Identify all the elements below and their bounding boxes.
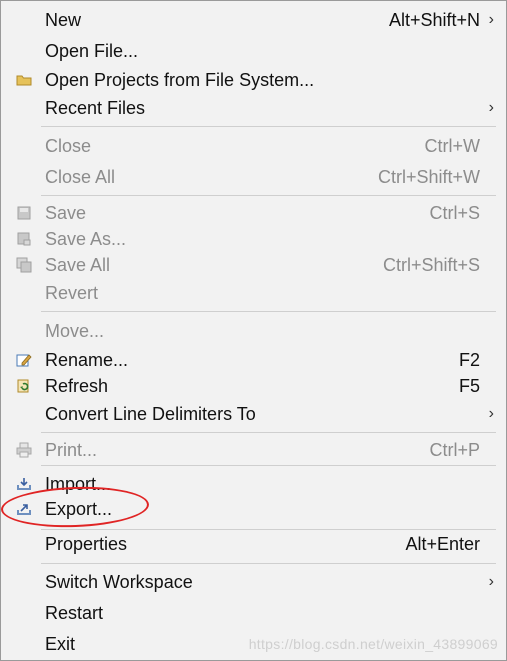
menu-item-label: Switch Workspace xyxy=(45,572,193,592)
menu-separator xyxy=(41,465,496,466)
rename-icon xyxy=(15,351,33,369)
submenu-arrow-icon: › xyxy=(488,99,494,116)
print-icon xyxy=(15,441,33,459)
save-icon xyxy=(15,204,33,222)
menu-item-label: Restart xyxy=(45,603,104,623)
menu-item-label: Open File... xyxy=(45,41,139,61)
menu-item-label: Move... xyxy=(45,321,105,341)
menu-item-label: Revert xyxy=(45,283,99,303)
menu-item-open-file[interactable]: Open File... xyxy=(1,38,506,64)
menu-separator xyxy=(41,432,496,433)
import-icon xyxy=(15,475,33,493)
submenu-arrow-icon: › xyxy=(488,405,494,422)
menu-item-label: Refresh xyxy=(45,376,109,396)
menu-separator xyxy=(41,195,496,196)
file-menu: New Alt+Shift+N › Open File... Open Proj… xyxy=(0,1,506,660)
menu-item-label: Properties xyxy=(45,534,128,554)
menu-item-open-projects[interactable]: Open Projects from File System... xyxy=(1,67,506,93)
save-as-icon xyxy=(15,230,33,248)
menu-item-label: Close All xyxy=(45,167,116,187)
menu-item-refresh[interactable]: Refresh F5 xyxy=(1,373,506,399)
menu-item-label: Open Projects from File System... xyxy=(45,70,315,90)
menu-item-restart[interactable]: Restart xyxy=(1,600,506,626)
watermark: https://blog.csdn.net/weixin_43899069 xyxy=(248,636,498,652)
menu-separator xyxy=(41,126,496,127)
menu-item-label: Print... xyxy=(45,440,98,460)
submenu-arrow-icon: › xyxy=(488,573,494,590)
menu-item-print[interactable]: Print... Ctrl+P xyxy=(1,437,506,463)
menu-item-label: Exit xyxy=(45,634,76,654)
menu-item-label: Close xyxy=(45,136,92,156)
menu-item-move[interactable]: Move... xyxy=(1,318,506,344)
menu-item-new[interactable]: New Alt+Shift+N › xyxy=(1,7,506,33)
menu-item-shortcut: Ctrl+Shift+W xyxy=(377,167,480,187)
menu-item-label: Save xyxy=(45,203,87,223)
menu-item-label: Recent Files xyxy=(45,98,146,118)
save-all-icon xyxy=(15,256,33,274)
menu-item-switch-workspace[interactable]: Switch Workspace › xyxy=(1,569,506,595)
menu-item-close-all[interactable]: Close All Ctrl+Shift+W xyxy=(1,164,506,190)
menu-item-close[interactable]: Close Ctrl+W xyxy=(1,133,506,159)
menu-separator xyxy=(41,311,496,312)
menu-item-shortcut: Ctrl+P xyxy=(429,440,480,460)
refresh-icon xyxy=(15,377,33,395)
menu-item-shortcut: F2 xyxy=(458,350,480,370)
menu-item-properties[interactable]: Properties Alt+Enter xyxy=(1,531,506,557)
menu-item-label: Convert Line Delimiters To xyxy=(45,404,256,424)
menu-separator xyxy=(41,563,496,564)
menu-item-shortcut: F5 xyxy=(458,376,480,396)
menu-item-save-all[interactable]: Save All Ctrl+Shift+S xyxy=(1,252,506,278)
menu-item-shortcut: Ctrl+W xyxy=(424,136,481,156)
menu-item-convert-line-delimiters[interactable]: Convert Line Delimiters To › xyxy=(1,401,506,427)
menu-item-label: Save As... xyxy=(45,229,127,249)
menu-item-shortcut: Ctrl+Shift+S xyxy=(382,255,480,275)
menu-item-label: Rename... xyxy=(45,350,129,370)
menu-item-label: Save All xyxy=(45,255,111,275)
submenu-arrow-icon: › xyxy=(488,11,494,28)
menu-item-shortcut: Alt+Shift+N xyxy=(388,10,480,30)
menu-item-shortcut: Ctrl+S xyxy=(429,203,480,223)
menu-item-save-as[interactable]: Save As... xyxy=(1,226,506,252)
folder-icon xyxy=(15,71,33,89)
menu-item-rename[interactable]: Rename... F2 xyxy=(1,347,506,373)
menu-separator xyxy=(41,529,496,530)
menu-item-shortcut: Alt+Enter xyxy=(405,534,480,554)
menu-item-revert[interactable]: Revert xyxy=(1,280,506,306)
menu-item-recent-files[interactable]: Recent Files › xyxy=(1,95,506,121)
menu-item-save[interactable]: Save Ctrl+S xyxy=(1,200,506,226)
menu-item-label: New xyxy=(45,10,82,30)
